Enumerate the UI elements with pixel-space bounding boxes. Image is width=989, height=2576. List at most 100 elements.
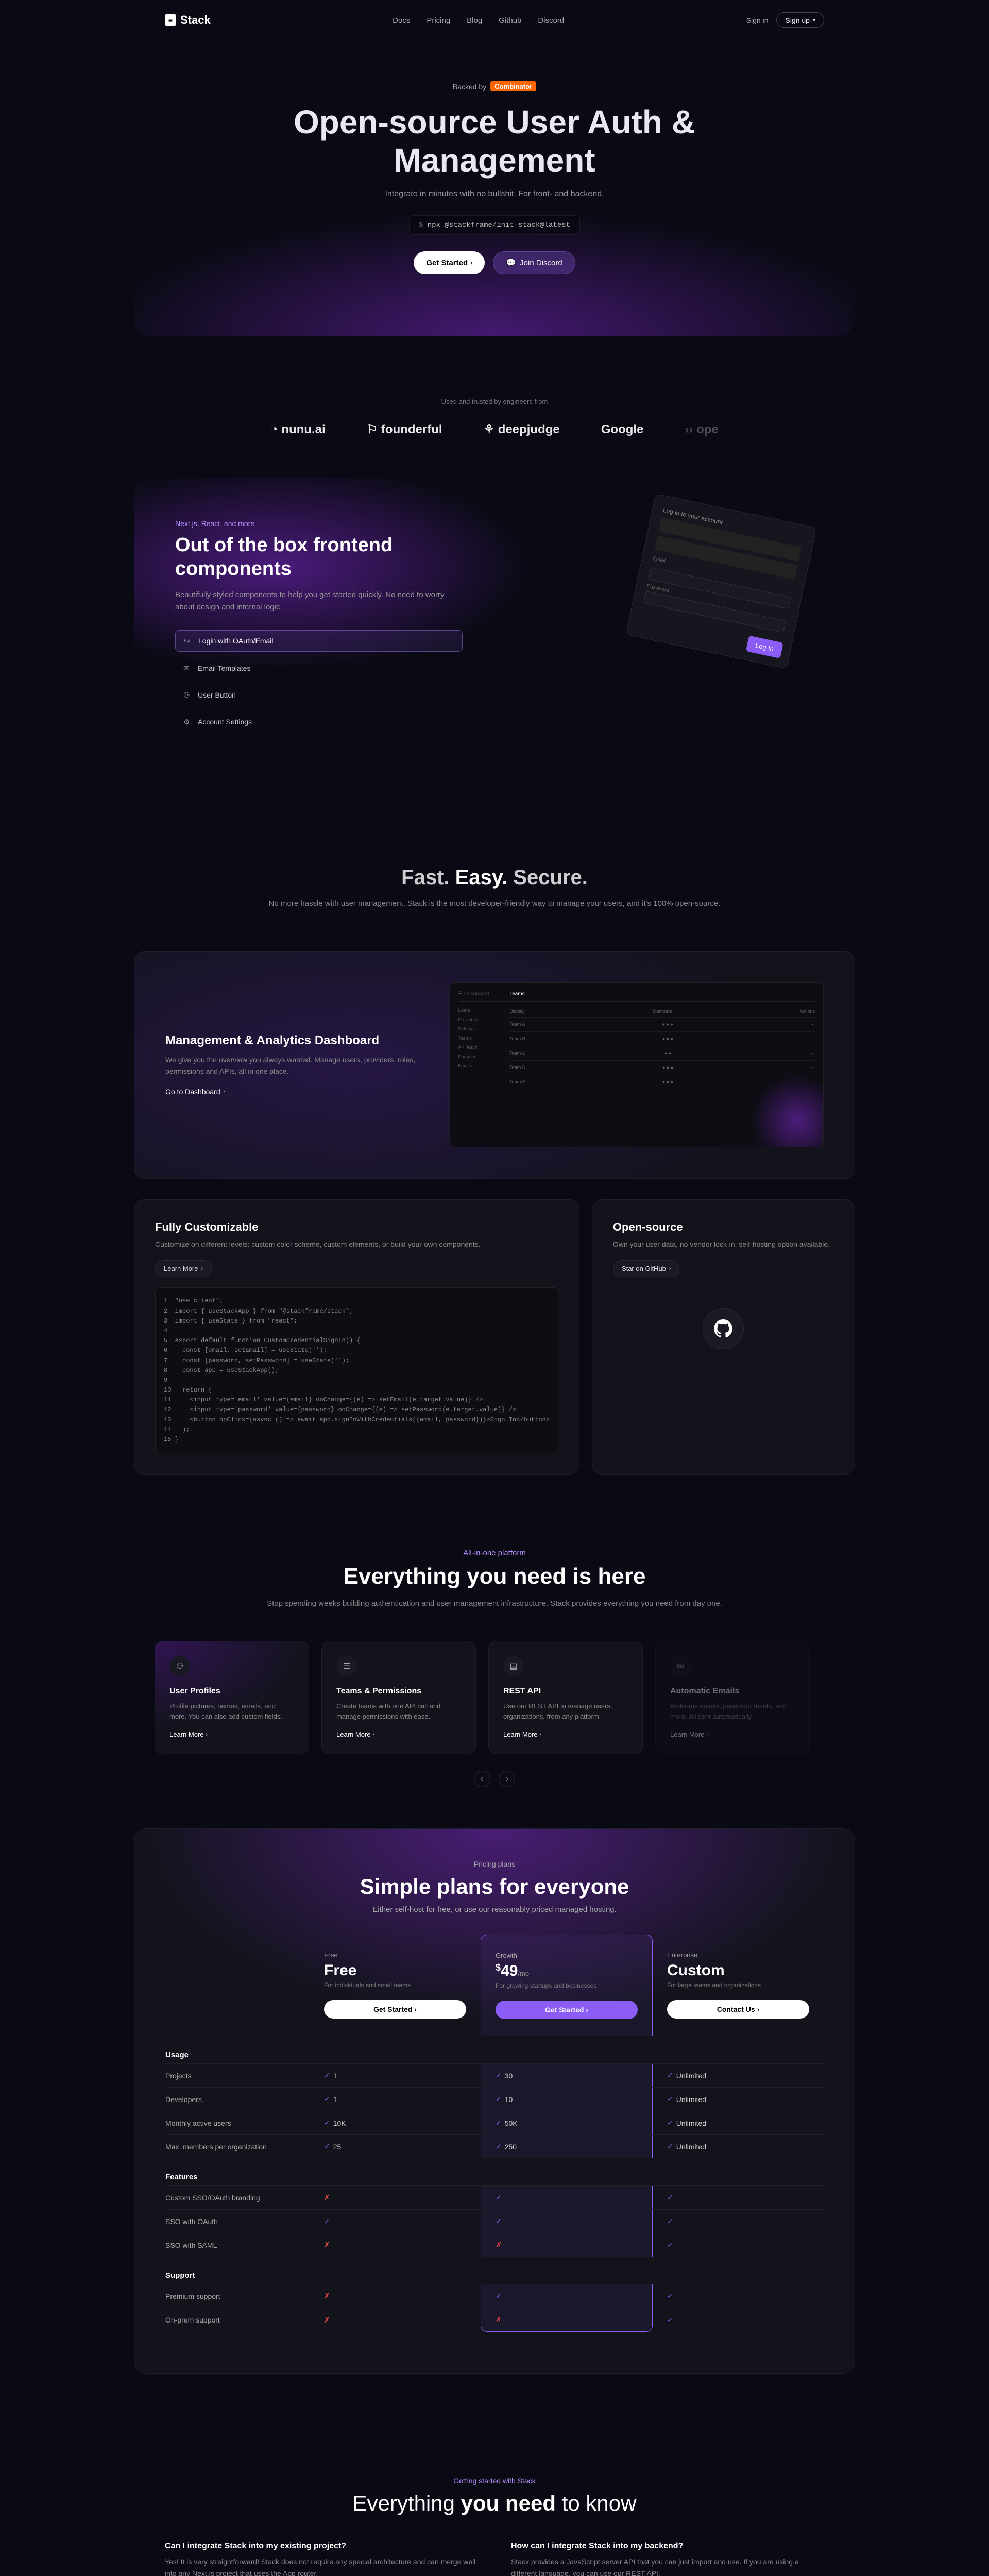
check-icon: ✓	[667, 2217, 673, 2226]
logo[interactable]: ≡ Stack	[165, 13, 211, 27]
plan-growth-button[interactable]: Get Started ›	[496, 2001, 638, 2019]
components-desc: Beautifully styled components to help yo…	[175, 589, 463, 614]
pricing-plans: Free Free For individuals and small team…	[165, 1935, 824, 2036]
yc-badge: Combinator	[490, 81, 536, 91]
dashboard-mockup: ☰ Dashboard Teams UsersProvidersSettings…	[449, 982, 824, 1147]
everything-desc: Stop spending weeks building authenticat…	[247, 1598, 742, 1610]
components-preview: Log in to your account Email Password Lo…	[493, 519, 814, 732]
pricing-cell: ✓ Unlimited	[653, 2088, 824, 2111]
pricing-cell: ✗	[481, 2233, 653, 2257]
dashboard-desc: We give you the overview you always want…	[165, 1054, 429, 1077]
pricing-row-label: Max. members per organization	[165, 2136, 310, 2158]
mail-icon: ✉	[183, 664, 192, 672]
plan-enterprise-button[interactable]: Contact Us ›	[667, 2000, 809, 2019]
logo-ope: ›› ope	[685, 422, 718, 437]
main-nav: Docs Pricing Blog Github Discord	[393, 16, 564, 25]
tab-login[interactable]: ↪ Login with OAuth/Email	[175, 630, 463, 652]
login-icon: ↪	[184, 637, 192, 645]
learn-more-button[interactable]: Learn More ›	[155, 1260, 212, 1277]
chevron-right-icon: ›	[201, 1266, 202, 1272]
faq-grid: Can I integrate Stack into my existing p…	[165, 2541, 824, 2576]
pricing-cell: ✓ 50K	[481, 2111, 653, 2134]
pricing-header: Pricing plans Simple plans for everyone …	[165, 1860, 824, 1914]
carousel-next-button[interactable]: ›	[499, 1771, 515, 1787]
chevron-right-icon: ›	[224, 1089, 225, 1094]
cross-icon: ✗	[324, 2241, 330, 2249]
github-icon-large	[703, 1308, 744, 1349]
pricing-row: Projects✓ 1✓ 30✓ Unlimited	[165, 2063, 824, 2087]
cross-icon: ✗	[496, 2315, 502, 2324]
mail-icon: ✉	[670, 1656, 691, 1676]
faq-section: Getting started with Stack Everything yo…	[0, 2435, 989, 2576]
pricing-row-label: Monthly active users	[165, 2112, 310, 2134]
join-discord-button[interactable]: 💬 Join Discord	[493, 251, 575, 274]
star-github-button[interactable]: Star on GitHub ›	[613, 1260, 679, 1277]
get-started-button[interactable]: Get Started ›	[414, 251, 485, 274]
everything-section: All-in-one platform Everything you need …	[237, 1487, 752, 1641]
pricing-row-label: Premium support	[165, 2285, 310, 2308]
signup-button[interactable]: Sign up ▾	[776, 12, 824, 28]
learn-more-link[interactable]: Learn More ›	[670, 1731, 708, 1738]
dashboard-preview: ☰ Dashboard Teams UsersProvidersSettings…	[449, 982, 824, 1147]
learn-more-link[interactable]: Learn More ›	[169, 1731, 208, 1738]
nav-discord[interactable]: Discord	[538, 16, 564, 25]
faq-answer: Yes! It is very straightforward! Stack d…	[165, 2556, 478, 2576]
dashboard-link[interactable]: Go to Dashboard ›	[165, 1088, 225, 1096]
components-title: Out of the box frontend components	[175, 534, 463, 581]
customizable-card: Fully Customizable Customize on differen…	[134, 1199, 579, 1475]
pricing-cell: ✓ 10	[481, 2088, 653, 2111]
pricing-cell: ✗	[310, 2284, 481, 2308]
plan-free-button[interactable]: Get Started ›	[324, 2000, 466, 2019]
nav-github[interactable]: Github	[499, 16, 521, 25]
components-section: Next.js, React, and more Out of the box …	[134, 478, 855, 773]
pricing-cell: ✓	[481, 2210, 653, 2233]
pricing-title: Simple plans for everyone	[165, 1874, 824, 1899]
check-icon: ✓	[496, 2095, 502, 2104]
nav-blog[interactable]: Blog	[467, 16, 482, 25]
plan-growth: Growth $49/mo For growing startups and b…	[481, 1935, 653, 2036]
carousel-prev-button[interactable]: ‹	[474, 1771, 490, 1787]
install-command[interactable]: $ npx @stackframe/init-stack@latest	[409, 215, 580, 235]
tab-account-settings[interactable]: ⚙ Account Settings	[175, 711, 463, 732]
signin-link[interactable]: Sign in	[746, 16, 769, 24]
feature-card-teams: ☰ Teams & Permissions Create teams with …	[321, 1641, 476, 1754]
feature-card-emails: ✉ Automatic Emails Welcome emails, passw…	[655, 1641, 810, 1754]
pricing-row-label: Developers	[165, 2088, 310, 2111]
hero-title: Open-source User Auth & Management	[144, 104, 845, 179]
nav-docs[interactable]: Docs	[393, 16, 410, 25]
pricing-cell: ✓ Unlimited	[653, 2064, 824, 2087]
pricing-section-label: Support	[165, 2257, 824, 2284]
check-icon: ✓	[496, 2193, 502, 2202]
pricing-row: Monthly active users✓ 10K✓ 50K✓ Unlimite…	[165, 2111, 824, 2134]
components-eyebrow: Next.js, React, and more	[175, 519, 463, 528]
login-card-mockup: Log in to your account Email Password Lo…	[625, 494, 816, 669]
opensource-card: Open-source Own your user data, no vendo…	[592, 1199, 855, 1475]
api-icon: ▤	[503, 1656, 524, 1676]
tab-user-button[interactable]: ⚇ User Button	[175, 685, 463, 705]
pricing-row-label: Projects	[165, 2064, 310, 2087]
everything-title: Everything you need is here	[247, 1564, 742, 1589]
github-icon	[714, 1319, 732, 1338]
teams-icon: ☰	[336, 1656, 357, 1676]
learn-more-link[interactable]: Learn More ›	[336, 1731, 374, 1738]
pricing-cell: ✓	[653, 2284, 824, 2308]
check-icon: ✓	[324, 2095, 330, 2104]
pricing-row: Developers✓ 1✓ 10✓ Unlimited	[165, 2087, 824, 2111]
pricing-cell: ✓ 30	[481, 2064, 653, 2087]
fes-title: Fast. Easy. Secure.	[247, 866, 742, 889]
pricing-cell: ✗	[310, 2233, 481, 2257]
nav-pricing[interactable]: Pricing	[427, 16, 450, 25]
dashboard-content: Management & Analytics Dashboard We give…	[165, 1033, 429, 1097]
check-icon: ✓	[496, 2217, 502, 2226]
pricing-row: SSO with SAML✗✗✓	[165, 2233, 824, 2257]
user-icon: ⚇	[183, 691, 192, 699]
check-icon: ✓	[667, 2193, 673, 2202]
pricing-cell: ✓ 10K	[310, 2111, 481, 2134]
check-icon: ✓	[667, 2241, 673, 2249]
tab-email-templates[interactable]: ✉ Email Templates	[175, 658, 463, 679]
learn-more-link[interactable]: Learn More ›	[503, 1731, 541, 1738]
check-icon: ✓	[324, 2119, 330, 2127]
check-icon: ✓	[496, 2071, 502, 2080]
pricing-row: Premium support✗✓ ✓	[165, 2284, 824, 2308]
chevron-right-icon: ›	[471, 260, 472, 266]
